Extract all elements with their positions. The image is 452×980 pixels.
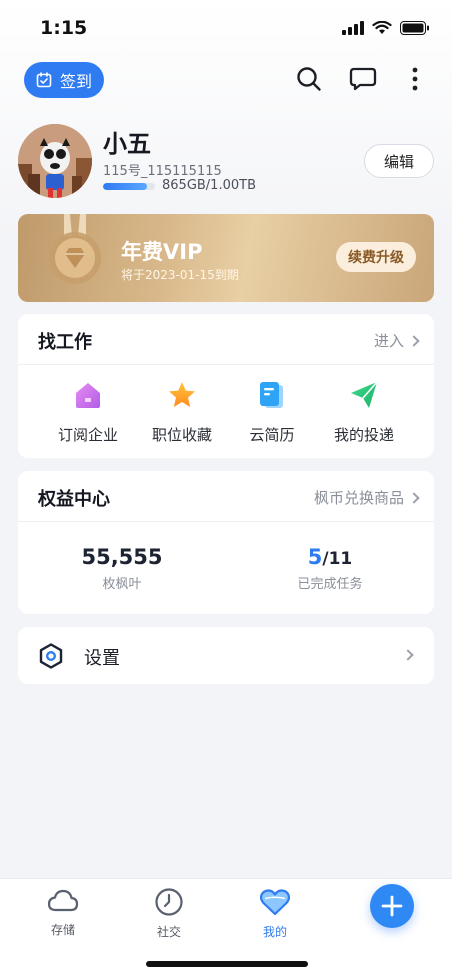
message-icon — [349, 67, 377, 91]
tab-mine[interactable]: 我的 — [245, 887, 305, 940]
vip-renew-button[interactable]: 续费升级 — [336, 242, 416, 272]
send-icon — [351, 381, 378, 408]
avatar[interactable] — [18, 124, 92, 198]
plus-icon — [381, 895, 403, 917]
search-icon — [297, 67, 321, 91]
user-name: 小五 — [103, 130, 151, 158]
job-item-applications[interactable]: 我的投递 — [312, 380, 416, 445]
star-icon — [169, 382, 195, 407]
clock-icon — [155, 888, 183, 916]
vip-title: 年费VIP — [121, 240, 203, 264]
message-button[interactable] — [348, 64, 378, 94]
job-item-label: 我的投递 — [333, 426, 394, 444]
job-item-label: 职位收藏 — [151, 426, 212, 444]
storage-progress-bar — [103, 183, 155, 190]
jobs-enter-link[interactable]: 进入 — [373, 330, 420, 351]
tasks-total: /11 — [322, 549, 353, 569]
storage-text: 865GB/1.00TB — [162, 178, 256, 193]
vip-expiry: 将于2023-01-15到期 — [121, 268, 239, 282]
home-icon — [76, 383, 100, 408]
settings-label: 设置 — [84, 648, 120, 669]
job-item-label: 订阅企业 — [57, 426, 118, 444]
tasks-stat[interactable]: 5/11 已完成任务 — [226, 545, 434, 592]
status-time: 1:15 — [40, 17, 88, 39]
search-button[interactable] — [294, 64, 324, 94]
checkin-button[interactable]: 签到 — [24, 62, 104, 98]
status-bar: 1:15 — [0, 0, 452, 56]
benefits-title: 权益中心 — [38, 489, 110, 510]
wifi-icon — [372, 21, 392, 34]
heart-icon — [259, 889, 291, 916]
leaves-stat[interactable]: 55,555 枚枫叶 — [18, 545, 226, 592]
tab-storage[interactable]: 存储 — [33, 887, 93, 938]
jobs-card-header[interactable]: 找工作 进入 — [18, 314, 434, 365]
job-item-label: 云简历 — [249, 426, 295, 444]
chevron-right-icon — [408, 334, 420, 347]
job-item-favorites[interactable]: 职位收藏 — [130, 380, 234, 445]
user-id: 115号_115115115 — [103, 164, 222, 179]
add-button[interactable] — [370, 884, 414, 928]
vip-medal-icon — [49, 214, 101, 284]
signal-icon — [342, 21, 364, 35]
tab-label: 我的 — [262, 925, 287, 939]
job-item-resume[interactable]: 云简历 — [220, 380, 324, 445]
home-indicator — [146, 961, 308, 967]
chevron-right-icon — [402, 649, 414, 661]
calendar-check-icon — [36, 72, 52, 88]
edit-profile-button[interactable]: 编辑 — [364, 144, 434, 178]
tab-label: 社交 — [156, 925, 181, 939]
cloud-icon — [47, 889, 79, 912]
tab-label: 存储 — [50, 923, 75, 937]
battery-icon — [400, 21, 429, 35]
settings-row[interactable]: 设置 — [18, 627, 434, 684]
job-item-subscribe[interactable]: 订阅企业 — [36, 380, 140, 445]
jobs-card: 找工作 进入 订阅企业 职位收藏 云简历 我的投递 — [18, 314, 434, 458]
avatar-image — [18, 124, 92, 198]
benefits-exchange-link[interactable]: 枫币兑换商品 — [313, 487, 420, 508]
status-icons — [342, 21, 430, 35]
benefits-card-header[interactable]: 权益中心 枫币兑换商品 — [18, 471, 434, 522]
checkin-label: 签到 — [59, 72, 92, 91]
benefits-exchange-label: 枫币兑换商品 — [313, 489, 404, 507]
more-button[interactable] — [400, 64, 430, 94]
leaves-label: 枚枫叶 — [102, 577, 142, 592]
leaves-value: 55,555 — [81, 545, 163, 569]
tasks-done: 5 — [307, 545, 323, 569]
settings-hexagon-icon — [39, 643, 63, 669]
more-vertical-icon — [412, 67, 418, 91]
chevron-right-icon — [408, 491, 420, 504]
storage-progress-fill — [103, 183, 147, 190]
jobs-enter-label: 进入 — [373, 332, 404, 350]
vip-card[interactable]: 年费VIP 将于2023-01-15到期 续费升级 — [18, 214, 434, 302]
header-row: 签到 — [0, 58, 452, 102]
tasks-label: 已完成任务 — [297, 577, 363, 592]
benefits-card: 权益中心 枫币兑换商品 55,555 枚枫叶 5/11 已完成任务 — [18, 471, 434, 614]
document-icon — [260, 382, 283, 408]
tab-social[interactable]: 社交 — [139, 887, 199, 940]
jobs-title: 找工作 — [38, 332, 92, 353]
tasks-value: 5/11 — [226, 545, 434, 569]
